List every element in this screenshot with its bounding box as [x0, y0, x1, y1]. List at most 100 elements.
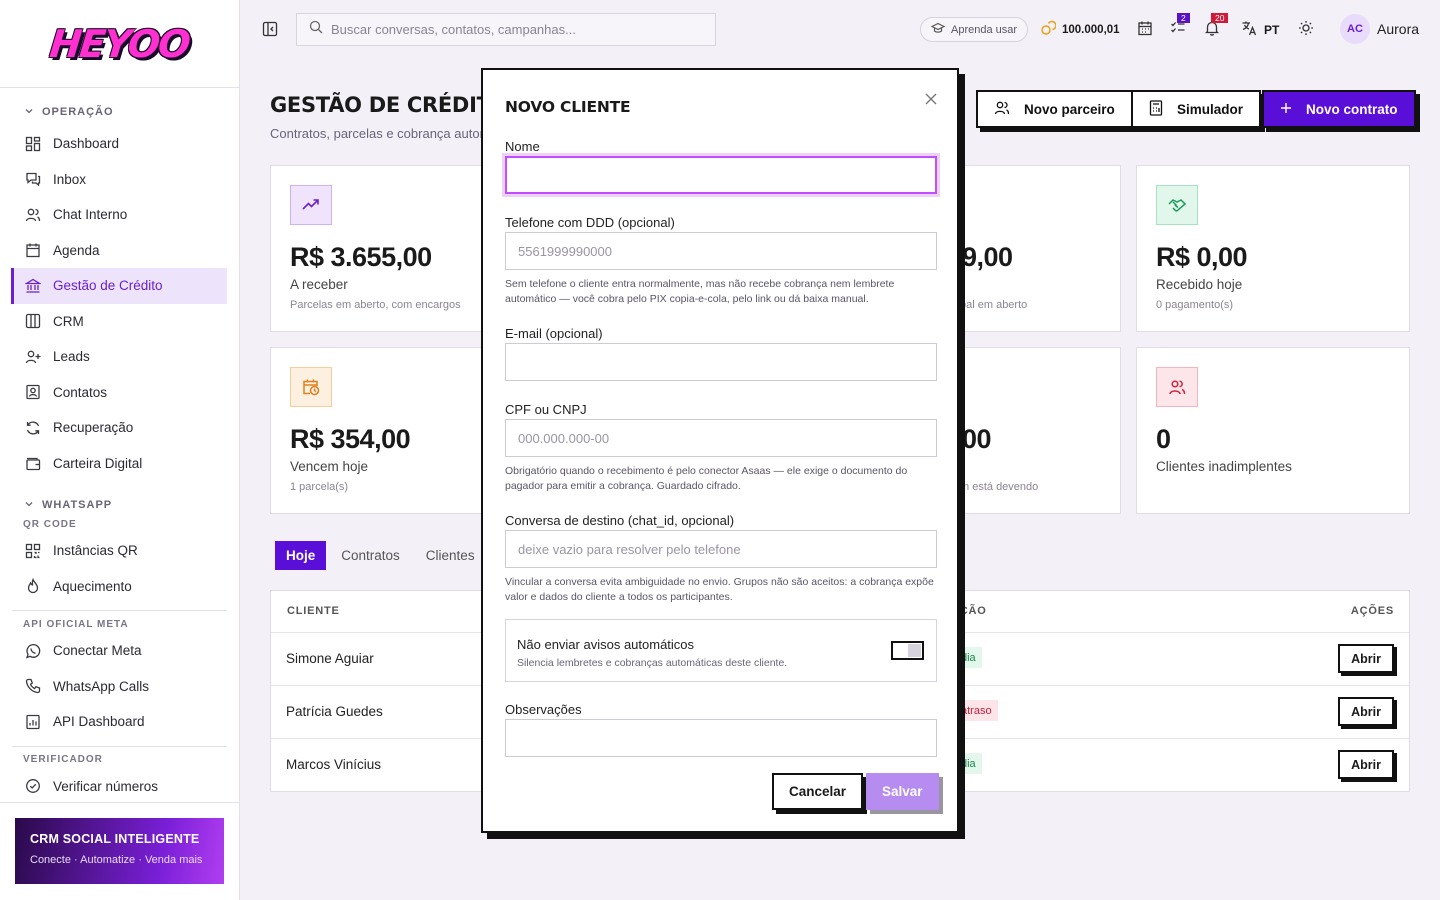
open-button[interactable]: Abrir — [1338, 644, 1394, 673]
stat-sub: 1 parcela(s) — [290, 481, 349, 493]
sidebar-item-gestao-credito[interactable]: Gestão de Crédito — [11, 268, 227, 304]
chat-id-input[interactable] — [506, 531, 936, 567]
auto-notices-toggle[interactable] — [891, 641, 924, 660]
new-partner-button[interactable]: Novo parceiro — [976, 90, 1133, 128]
chat-id-field[interactable] — [505, 530, 937, 568]
auto-notices-setting: Não enviar avisos automáticos Silencia l… — [505, 619, 937, 682]
stat-value: 0 — [1156, 424, 1171, 454]
tasks-icon[interactable]: 2 — [1170, 13, 1190, 38]
promo-banner[interactable]: CRM SOCIAL INTELIGENTE Conecte · Automat… — [15, 818, 224, 884]
close-icon[interactable] — [925, 88, 937, 111]
name-input[interactable] — [507, 158, 935, 192]
language-switcher[interactable]: PT — [1241, 20, 1279, 39]
phone-label: Telefone com DDD (opcional) — [505, 215, 675, 230]
sidebar-item-leads[interactable]: Leads — [12, 339, 227, 375]
sidebar-item-contatos[interactable]: Contatos — [12, 375, 227, 411]
tab-hoje[interactable]: Hoje — [275, 540, 327, 570]
cancel-button[interactable]: Cancelar — [772, 773, 864, 810]
toggle-knob — [908, 644, 921, 657]
credits-balance[interactable]: 100.000,01 — [1040, 20, 1120, 39]
client-name: Marcos Vinícius — [286, 757, 382, 772]
phone-input[interactable] — [506, 233, 936, 269]
nav-sub-verificador: VERIFICADOR — [23, 754, 103, 765]
columns-icon — [24, 312, 42, 330]
document-help: Obrigatório quando o recebimento é pelo … — [505, 465, 908, 492]
phone-help: Sem telefone o cliente entra normalmente… — [505, 278, 895, 305]
user-name: Aurora — [1377, 21, 1420, 37]
sidebar: HEYOO OPERAÇÃO Dashboard Inbox Chat Inte… — [0, 0, 240, 900]
search-bar[interactable] — [296, 13, 716, 46]
status-badge: dia — [955, 753, 982, 774]
document-field[interactable] — [505, 419, 937, 457]
sidebar-item-crm[interactable]: CRM — [12, 304, 227, 340]
search-input[interactable] — [331, 22, 691, 37]
toggle-title: Não enviar avisos automáticos — [517, 637, 695, 652]
calendar-icon[interactable] — [1137, 20, 1155, 38]
tabs: Hoje Contratos Clientes — [270, 536, 490, 574]
stat-card-inadimplentes: 0 Clientes inadimplentes — [1136, 347, 1410, 514]
stat-label: Clientes inadimplentes — [1156, 459, 1292, 474]
user-menu[interactable]: AC Aurora — [1340, 14, 1419, 44]
sidebar-item-conectar-meta[interactable]: Conectar Meta — [12, 633, 227, 669]
name-field[interactable] — [505, 156, 937, 194]
notes-label: Observações — [505, 702, 582, 717]
whatsapp-icon — [24, 642, 42, 660]
sidebar-item-verificar-numeros[interactable]: Verificar números — [12, 769, 227, 805]
sidebar-item-dashboard[interactable]: Dashboard — [12, 126, 227, 162]
sidebar-item-aquecimento[interactable]: Aquecimento — [12, 569, 227, 605]
status-badge: dia — [955, 647, 982, 668]
document-label: CPF ou CNPJ — [505, 402, 587, 417]
learn-button[interactable]: Aprenda usar — [920, 17, 1029, 42]
stat-label: Vencem hoje — [290, 459, 369, 474]
inbox-icon — [24, 170, 42, 188]
stat-value: 00 — [962, 424, 992, 454]
sidebar-item-inbox[interactable]: Inbox — [12, 162, 227, 198]
sidebar-nav: OPERAÇÃO Dashboard Inbox Chat Interno Ag… — [0, 88, 239, 804]
stat-label: Recebido hoje — [1156, 277, 1243, 292]
tab-contratos[interactable]: Contratos — [330, 541, 411, 570]
email-field[interactable] — [505, 343, 937, 381]
simulator-button[interactable]: Simulador — [1131, 90, 1262, 128]
stat-card-a-receber: R$ 3.655,00 A receber Parcelas em aberto… — [270, 165, 498, 332]
notes-field[interactable] — [505, 719, 937, 757]
column-header-actions: AÇÕES — [1350, 605, 1394, 617]
sidebar-item-agenda[interactable]: Agenda — [12, 233, 227, 269]
sidebar-item-api-dashboard[interactable]: API Dashboard — [12, 704, 227, 740]
open-button[interactable]: Abrir — [1338, 697, 1394, 726]
name-label: Nome — [505, 139, 540, 154]
open-button[interactable]: Abrir — [1338, 750, 1394, 779]
sidebar-toggle-icon[interactable] — [262, 21, 278, 37]
logo[interactable]: HEYOO — [48, 22, 191, 66]
flame-icon — [24, 577, 42, 595]
sidebar-item-recuperacao[interactable]: Recuperação — [12, 410, 227, 446]
theme-toggle-icon[interactable] — [1298, 20, 1316, 38]
email-input[interactable] — [506, 344, 936, 380]
new-contract-button[interactable]: Novo contrato — [1262, 90, 1416, 128]
sidebar-item-chat-interno[interactable]: Chat Interno — [12, 197, 227, 233]
nav-sub-api-oficial: API OFICIAL META — [23, 618, 129, 630]
chevron-down-icon — [24, 499, 38, 512]
save-button[interactable]: Salvar — [866, 773, 939, 810]
page-subtitle: Contratos, parcelas e cobrança autom — [270, 126, 491, 141]
sidebar-item-carteira-digital[interactable]: Carteira Digital — [12, 446, 227, 482]
calendar-icon — [24, 241, 42, 259]
document-input[interactable] — [506, 420, 936, 456]
client-name: Patrícia Guedes — [286, 704, 383, 719]
users-icon — [24, 206, 42, 224]
phone-field[interactable] — [505, 232, 937, 270]
chart-icon — [24, 713, 42, 731]
calendar-clock-icon — [290, 367, 332, 407]
sidebar-item-instancias-qr[interactable]: Instâncias QR — [12, 533, 227, 569]
notification-badge: 20 — [1211, 13, 1229, 23]
calculator-icon — [1149, 99, 1163, 119]
stat-card-devendo: 00 m está devendo — [935, 347, 1121, 514]
bell-icon[interactable]: 20 — [1204, 13, 1229, 38]
nav-group-operacao[interactable]: OPERAÇÃO — [12, 102, 227, 122]
qr-icon — [24, 542, 42, 560]
tab-clientes[interactable]: Clientes — [415, 541, 486, 570]
sidebar-item-whatsapp-calls[interactable]: WhatsApp Calls — [12, 669, 227, 705]
translate-icon — [1241, 20, 1257, 39]
notes-input[interactable] — [506, 720, 936, 756]
nav-group-whatsapp[interactable]: WHATSAPP — [12, 495, 227, 515]
divider — [12, 745, 227, 747]
